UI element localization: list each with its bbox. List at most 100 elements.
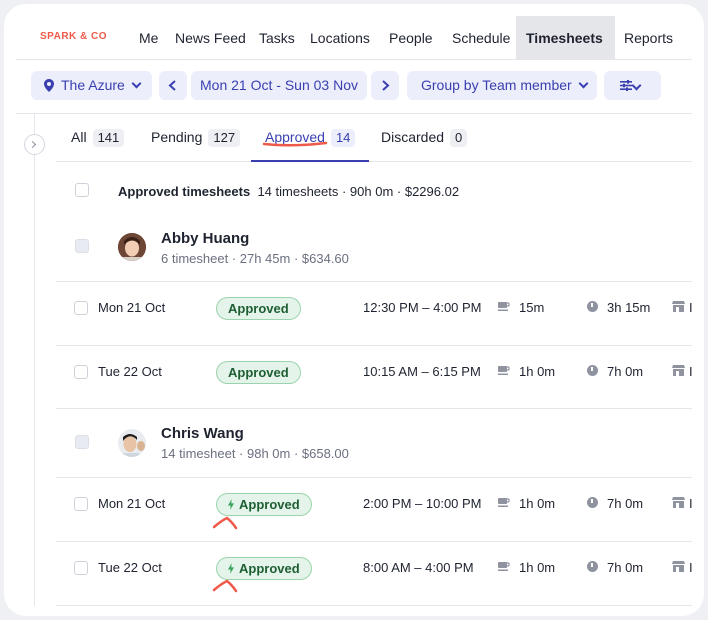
clock-icon — [587, 497, 598, 508]
row-divider — [56, 605, 692, 606]
row-checkbox[interactable] — [74, 301, 88, 315]
timesheet-row[interactable]: Mon 21 Oct Approved 2:00 PM – 10:00 PM 1… — [56, 477, 692, 541]
chevron-down-icon — [131, 78, 142, 89]
timesheet-row[interactable]: Tue 22 Oct Approved 8:00 AM – 4:00 PM 1h… — [56, 541, 692, 605]
tab-discarded[interactable]: Discarded 0 — [381, 114, 468, 162]
group-by-select[interactable]: Group by Team member — [407, 71, 597, 100]
row-date-text: Tue 22 Oct — [98, 560, 162, 575]
row-break: 1h 0m — [519, 364, 556, 379]
next-week-button[interactable] — [371, 71, 399, 100]
clock-icon — [587, 365, 598, 376]
sidebar-divider — [34, 114, 35, 606]
avatar[interactable] — [118, 429, 146, 457]
store-icon — [672, 561, 685, 572]
store-icon — [672, 365, 685, 376]
nav-item-reports[interactable]: Reports — [624, 16, 673, 60]
location-pin-icon — [44, 79, 54, 92]
toolbar: The Azure Mon 21 Oct - Sun 03 Nov Group … — [16, 60, 692, 114]
row-break: 1h 0m — [519, 496, 556, 511]
row-date-text: Mon 21 Oct — [98, 496, 166, 511]
avatar-photo — [118, 429, 146, 457]
top-nav: SPARK & CO Me News Feed Tasks Locations … — [16, 16, 692, 86]
tab-label: Pending — [151, 129, 203, 145]
filter-sliders-icon — [620, 80, 632, 91]
tab-count: 14 — [330, 129, 356, 147]
person-summary: 6 timesheet · 27h 45m · $634.60 — [161, 251, 349, 266]
summary-details: 14 timesheets · 90h 0m · $2296.02 — [257, 184, 460, 199]
summary-line: Approved timesheets 14 timesheets · 90h … — [118, 184, 459, 199]
status-badge: Approved — [216, 297, 301, 320]
status-badge-label: Approved — [239, 561, 300, 576]
row-location-truncated: I — [689, 364, 692, 379]
nav-item-timesheets[interactable]: Timesheets — [516, 16, 615, 86]
row-location-truncated: I — [689, 300, 692, 315]
row-break: 15m — [519, 300, 545, 315]
row-checkbox[interactable] — [74, 497, 88, 511]
date-range-picker[interactable]: Mon 21 Oct - Sun 03 Nov — [191, 71, 367, 100]
status-badge-label: Approved — [239, 497, 300, 512]
coffee-cup-icon — [498, 498, 510, 507]
tab-count: 141 — [92, 129, 125, 147]
row-date: Mon 21 Oct — [98, 300, 166, 315]
select-all-checkbox[interactable] — [75, 183, 89, 197]
chevron-left-icon — [168, 80, 176, 91]
location-select-label: The Azure — [61, 77, 125, 93]
coffee-cup-icon — [498, 562, 510, 571]
row-location-truncated: I — [689, 560, 692, 575]
clock-icon — [587, 561, 598, 572]
avatar-photo — [118, 233, 146, 261]
bolt-annotation-mark — [212, 516, 238, 530]
coffee-cup-icon — [498, 302, 510, 311]
tab-count: 127 — [208, 129, 241, 147]
prev-week-button[interactable] — [159, 71, 187, 100]
nav-item-news-feed[interactable]: News Feed — [175, 16, 246, 60]
tab-approved[interactable]: Approved 14 — [251, 114, 370, 162]
tab-pending[interactable]: Pending 127 — [151, 114, 241, 162]
nav-item-tasks[interactable]: Tasks — [259, 16, 295, 60]
coffee-cup-icon — [498, 366, 510, 375]
row-duration: 7h 0m — [607, 496, 644, 511]
timesheet-row[interactable]: Mon 21 Oct Approved 12:30 PM – 4:00 PM 1… — [56, 281, 692, 345]
sidebar-toggle-button[interactable] — [24, 134, 45, 155]
row-time-range: 2:00 PM – 10:00 PM — [363, 496, 482, 511]
nav-item-locations[interactable]: Locations — [310, 16, 370, 60]
brand-logo[interactable]: SPARK & CO — [40, 31, 107, 42]
bolt-annotation-mark — [212, 579, 238, 593]
row-time-range: 12:30 PM – 4:00 PM — [363, 300, 482, 315]
person-name[interactable]: Chris Wang — [161, 425, 244, 442]
store-icon — [672, 497, 685, 508]
filter-button[interactable] — [604, 71, 661, 100]
person-summary: 14 timesheet · 98h 0m · $658.00 — [161, 446, 349, 461]
app-window: SPARK & CO Me News Feed Tasks Locations … — [4, 4, 704, 616]
row-time-range: 10:15 AM – 6:15 PM — [363, 364, 481, 379]
clock-icon — [587, 301, 598, 312]
chevron-right-icon — [28, 140, 37, 149]
tab-label: All — [71, 129, 87, 145]
avatar[interactable] — [118, 233, 146, 261]
person-name[interactable]: Abby Huang — [161, 230, 249, 247]
person-checkbox[interactable] — [75, 435, 89, 449]
store-icon — [672, 301, 685, 312]
tab-count: 0 — [450, 129, 468, 147]
tab-all[interactable]: All 141 — [71, 114, 125, 162]
row-checkbox[interactable] — [74, 561, 88, 575]
row-date: Tue 22 Oct — [98, 364, 162, 379]
timesheet-row[interactable]: Tue 22 Oct Approved 10:15 AM – 6:15 PM 1… — [56, 345, 692, 409]
group-by-label: Group by Team member — [421, 77, 572, 93]
row-checkbox[interactable] — [74, 365, 88, 379]
row-time-range: 8:00 AM – 4:00 PM — [363, 560, 474, 575]
chevron-right-icon — [382, 80, 390, 91]
summary-title: Approved timesheets — [118, 184, 251, 199]
person-checkbox[interactable] — [75, 239, 89, 253]
location-select[interactable]: The Azure — [31, 71, 152, 100]
nav-item-people[interactable]: People — [389, 16, 433, 60]
row-location-truncated: I — [689, 496, 692, 511]
nav-item-me[interactable]: Me — [139, 16, 158, 60]
tab-label: Discarded — [381, 129, 445, 145]
status-badge: Approved — [216, 361, 301, 384]
chevron-down-icon — [578, 78, 589, 89]
nav-item-schedule[interactable]: Schedule — [452, 16, 510, 60]
row-date: Mon 21 Oct — [98, 496, 165, 511]
row-duration: 7h 0m — [607, 560, 644, 575]
chevron-down-icon — [631, 80, 642, 91]
